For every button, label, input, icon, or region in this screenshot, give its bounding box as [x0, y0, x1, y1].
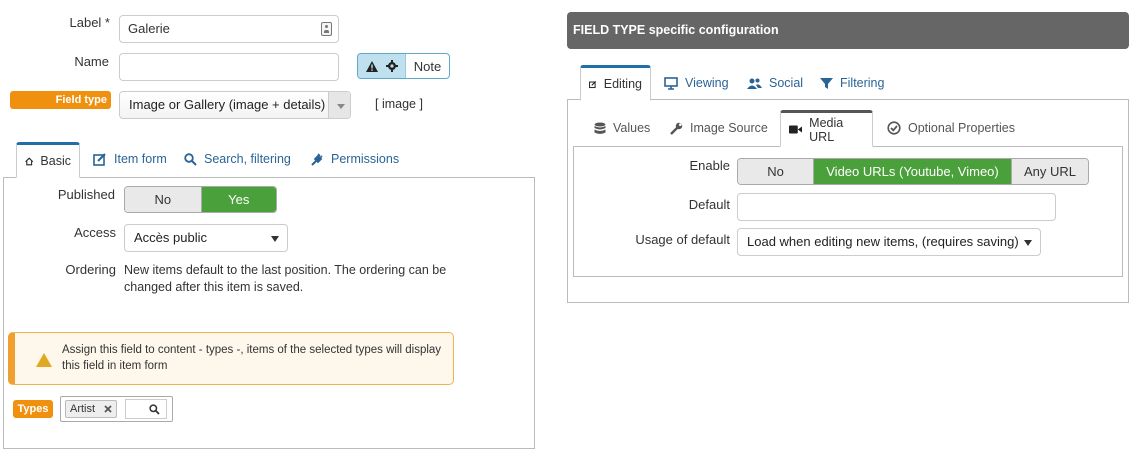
monitor-icon — [664, 76, 678, 90]
gear-icon — [385, 60, 398, 72]
tab-permissions-label: Permissions — [331, 152, 400, 166]
ordering-text: New items default to the last position. … — [124, 263, 447, 294]
field-type-select[interactable]: Image or Gallery (image + details) — [119, 91, 351, 119]
warning-alert: Assign this field to content - types -, … — [8, 332, 454, 385]
tab-viewing[interactable]: Viewing — [656, 66, 737, 100]
search-icon — [184, 152, 197, 166]
warning-icon — [36, 353, 52, 367]
ordering-label: Ordering — [65, 262, 116, 277]
field-type-select-value: Image or Gallery (image + details) — [129, 97, 326, 112]
label-input[interactable]: Galerie — [119, 15, 339, 43]
access-label: Access — [74, 225, 116, 240]
users-icon — [747, 78, 762, 89]
edit-icon — [93, 152, 106, 166]
access-select[interactable]: Accès public — [124, 224, 288, 252]
default-label: Default — [688, 197, 730, 212]
enable-video-urls-button[interactable]: Video URLs (Youtube, Vimeo) — [813, 159, 1011, 184]
warning-text: Assign this field to content - types -, … — [62, 344, 442, 372]
tab-search-filtering[interactable]: Search, filtering — [176, 142, 299, 176]
tab-viewing-label: Viewing — [685, 76, 729, 90]
plug-icon — [311, 152, 323, 166]
note-button[interactable]: Note — [357, 53, 450, 79]
warning-icon — [365, 60, 378, 72]
default-input[interactable] — [737, 193, 1056, 221]
enable-no-button[interactable]: No — [738, 159, 813, 184]
tab-optional-properties[interactable]: Optional Properties — [879, 111, 1023, 145]
video-camera-icon — [789, 125, 803, 134]
contact-card-icon[interactable] — [321, 22, 332, 36]
home-icon — [25, 156, 34, 165]
type-tag-label: Artist — [70, 403, 96, 415]
note-label: Note — [413, 58, 442, 74]
check-circle-icon — [887, 121, 901, 135]
label-field-label: Label * — [69, 15, 110, 30]
tab-filtering-label: Filtering — [840, 76, 885, 90]
name-field-label: Name — [74, 54, 109, 69]
access-select-value: Accès public — [134, 230, 207, 245]
published-toggle: No Yes — [124, 186, 277, 213]
enable-toggle: No Video URLs (Youtube, Vimeo) Any URL — [737, 158, 1089, 185]
tab-media-url-label: Media URL — [809, 115, 844, 144]
name-input[interactable] — [119, 53, 339, 81]
tab-search-filtering-label: Search, filtering — [204, 152, 291, 166]
tab-editing[interactable]: Editing — [580, 65, 651, 101]
tab-values-label: Values — [613, 121, 651, 135]
tab-image-source-label: Image Source — [690, 121, 768, 135]
tab-editing-label: Editing — [603, 77, 642, 91]
tab-social-label: Social — [769, 76, 804, 90]
types-search-input[interactable] — [125, 399, 167, 419]
chevron-down-icon — [328, 92, 350, 118]
edit-icon — [589, 80, 597, 88]
tab-media-url[interactable]: Media URL — [780, 110, 873, 147]
usage-of-default-select[interactable]: Load when editing new items, (requires s… — [737, 228, 1041, 256]
published-yes-button[interactable]: Yes — [200, 187, 276, 212]
close-icon[interactable] — [104, 405, 112, 413]
types-tag-input[interactable]: Artist — [60, 396, 173, 422]
chevron-down-icon — [1024, 240, 1032, 246]
field-type-code: [ image ] — [375, 97, 423, 111]
types-badge: Types — [13, 400, 53, 418]
published-no-button[interactable]: No — [125, 187, 201, 212]
tab-values[interactable]: Values — [586, 111, 658, 145]
usage-of-default-label: Usage of default — [635, 232, 730, 247]
type-tag: Artist — [65, 400, 118, 418]
chevron-down-icon — [271, 236, 279, 242]
tab-filtering[interactable]: Filtering — [812, 66, 892, 100]
tab-basic-label: Basic — [40, 154, 71, 168]
tab-basic[interactable]: Basic — [16, 142, 80, 178]
wrench-icon — [670, 122, 683, 135]
enable-label: Enable — [689, 158, 730, 173]
tab-permissions[interactable]: Permissions — [302, 142, 407, 176]
label-input-value: Galerie — [128, 21, 170, 36]
enable-any-url-button[interactable]: Any URL — [1011, 159, 1088, 184]
field-type-config-header: FIELD TYPE specific configuration — [567, 12, 1129, 49]
tab-item-form-label: Item form — [114, 152, 167, 166]
field-type-badge: Field type — [10, 91, 111, 109]
published-label: Published — [57, 187, 115, 202]
tab-optional-properties-label: Optional Properties — [908, 121, 1016, 135]
tab-image-source[interactable]: Image Source — [662, 111, 776, 145]
database-icon — [594, 122, 606, 134]
filter-icon — [820, 77, 833, 89]
tab-item-form[interactable]: Item form — [85, 142, 175, 176]
usage-of-default-select-value: Load when editing new items, (requires s… — [747, 234, 1019, 249]
search-icon — [149, 404, 160, 415]
tab-social[interactable]: Social — [739, 66, 811, 100]
